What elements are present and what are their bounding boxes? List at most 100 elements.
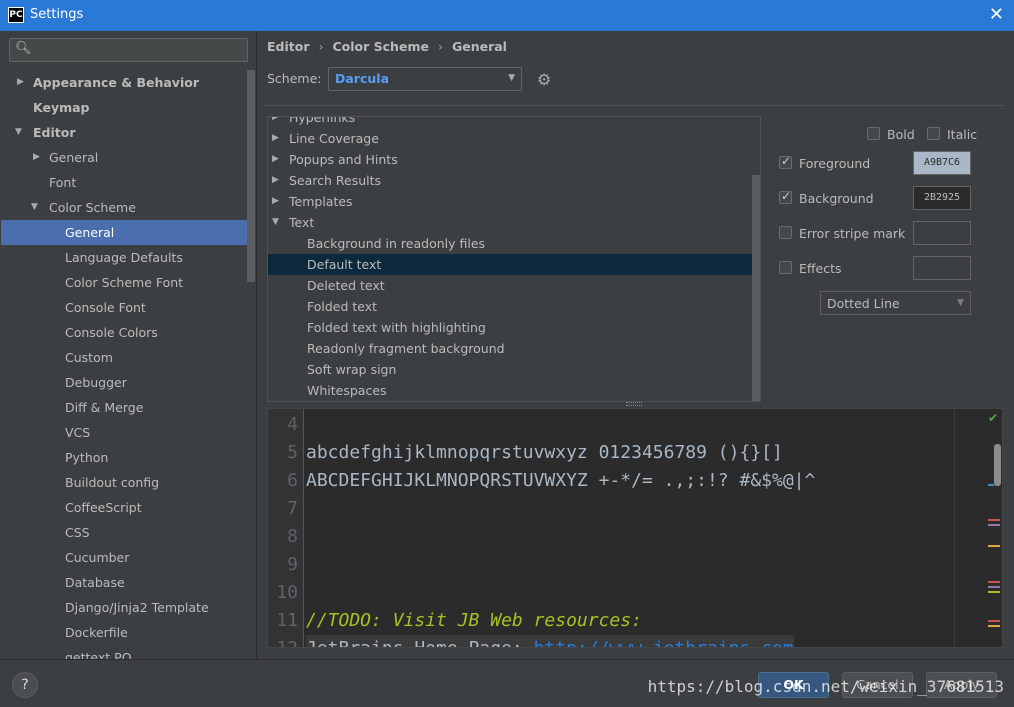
- stripe-mark[interactable]: [988, 545, 1000, 547]
- tree-item-label: gettext PO: [65, 650, 132, 659]
- tree-item-database[interactable]: Database: [1, 570, 247, 595]
- tree-item-label: Color Scheme Font: [65, 275, 184, 290]
- foreground-color-swatch[interactable]: A9B7C6: [913, 151, 971, 175]
- attr-item-search-results[interactable]: ▶ Search Results: [268, 170, 760, 191]
- tree-item-gettext-po[interactable]: gettext PO: [1, 645, 247, 659]
- chevron-right-icon[interactable]: ▶: [272, 128, 279, 149]
- scheme-dropdown[interactable]: Darcula ▼: [328, 67, 522, 91]
- search-icon[interactable]: 🔍︎: [15, 41, 32, 56]
- chevron-down-icon[interactable]: ▼: [15, 120, 22, 145]
- tree-item-label: Language Defaults: [65, 250, 183, 265]
- chevron-right-icon[interactable]: ▶: [33, 145, 40, 170]
- stripe-mark[interactable]: [988, 591, 1000, 593]
- chevron-right-icon[interactable]: ▶: [272, 170, 279, 191]
- tree-item-label: Appearance & Behavior: [33, 75, 199, 90]
- tree-item-font[interactable]: Font: [1, 170, 247, 195]
- tree-item-color-scheme[interactable]: ▼ Color Scheme: [1, 195, 247, 220]
- attr-item-text[interactable]: ▼ Text: [268, 212, 760, 233]
- jetbrains-link[interactable]: http://www.jetbrains.com: [534, 638, 794, 647]
- tree-item-color-scheme-font[interactable]: Color Scheme Font: [1, 270, 247, 295]
- attributes-scrollbar[interactable]: [752, 117, 760, 401]
- tree-item-coffeescript[interactable]: CoffeeScript: [1, 495, 247, 520]
- tree-item-debugger[interactable]: Debugger: [1, 370, 247, 395]
- tree-item-dockerfile[interactable]: Dockerfile: [1, 620, 247, 645]
- tree-item-buildout-config[interactable]: Buildout config: [1, 470, 247, 495]
- attr-item-folded-text[interactable]: Folded text: [268, 296, 760, 317]
- chevron-right-icon[interactable]: ▶: [272, 117, 279, 128]
- chevron-right-icon[interactable]: ▶: [17, 70, 24, 95]
- attr-item-templates[interactable]: ▶ Templates: [268, 191, 760, 212]
- tree-item-editor[interactable]: ▼ Editor: [1, 120, 247, 145]
- tree-item-vcs[interactable]: VCS: [1, 420, 247, 445]
- foreground-checkbox[interactable]: [779, 154, 792, 169]
- foreground-label: Foreground: [799, 156, 871, 171]
- attr-item-whitespaces[interactable]: Whitespaces: [268, 380, 760, 401]
- bold-checkbox[interactable]: [867, 127, 880, 140]
- tree-item-console-font[interactable]: Console Font: [1, 295, 247, 320]
- attr-item-popups-and-hints[interactable]: ▶ Popups and Hints: [268, 149, 760, 170]
- attr-item-label: Popups and Hints: [289, 152, 398, 167]
- inspection-ok-icon[interactable]: ✔: [988, 411, 998, 425]
- chevron-right-icon[interactable]: ▶: [272, 191, 279, 212]
- splitter-handle[interactable]: [626, 402, 642, 406]
- effects-checkbox[interactable]: [779, 261, 792, 274]
- tree-item-cucumber[interactable]: Cucumber: [1, 545, 247, 570]
- attr-item-folded-text-highlighting[interactable]: Folded text with highlighting: [268, 317, 760, 338]
- tree-item-console-colors[interactable]: Console Colors: [1, 320, 247, 345]
- breadcrumb-editor: Editor: [267, 39, 310, 54]
- attributes-scrollbar-thumb[interactable]: [752, 175, 760, 401]
- stripe-mark[interactable]: [988, 519, 1000, 521]
- chevron-right-icon[interactable]: ▶: [272, 149, 279, 170]
- tree-item-label: Database: [65, 575, 125, 590]
- help-button[interactable]: ?: [12, 672, 38, 698]
- tree-item-python[interactable]: Python: [1, 445, 247, 470]
- tree-item-css[interactable]: CSS: [1, 520, 247, 545]
- attr-item-deleted-text[interactable]: Deleted text: [268, 275, 760, 296]
- attr-item-hyperlinks[interactable]: ▶ Hyperlinks: [268, 117, 760, 128]
- chevron-down-icon[interactable]: ▼: [31, 195, 38, 220]
- code-preview[interactable]: 4 5 6 7 8 9 10 11 12 abcdefghijklmnopqrs…: [267, 408, 1003, 648]
- tree-item-custom[interactable]: Custom: [1, 345, 247, 370]
- settings-search-box[interactable]: 🔍︎: [9, 38, 248, 62]
- attr-item-background-readonly[interactable]: Background in readonly files: [268, 233, 760, 254]
- stripe-mark[interactable]: [988, 586, 1000, 588]
- tree-item-language-defaults[interactable]: Language Defaults: [1, 245, 247, 270]
- tree-item-label: Custom: [65, 350, 113, 365]
- tree-item-editor-general[interactable]: ▶ General: [1, 145, 247, 170]
- code-line: ABCDEFGHIJKLMNOPQRSTUVWXYZ +-*/= .,;:!? …: [306, 470, 816, 491]
- breadcrumb-separator: ›: [318, 39, 324, 54]
- preview-scrollbar-thumb[interactable]: [994, 444, 1001, 486]
- stripe-mark[interactable]: [988, 581, 1000, 583]
- attr-item-label: Folded text with highlighting: [307, 320, 486, 335]
- color-attributes-tree: ▶ Hyperlinks ▶ Line Coverage ▶ Popups an…: [267, 116, 761, 402]
- tree-item-diff-merge[interactable]: Diff & Merge: [1, 395, 247, 420]
- attr-item-line-coverage[interactable]: ▶ Line Coverage: [268, 128, 760, 149]
- stripe-mark[interactable]: [988, 524, 1000, 526]
- tree-item-color-scheme-general[interactable]: General: [1, 220, 247, 245]
- error-stripe-color-swatch[interactable]: [913, 221, 971, 245]
- effect-type-dropdown[interactable]: Dotted Line ▼: [820, 291, 971, 315]
- window-title: Settings: [30, 7, 84, 22]
- settings-search-input[interactable]: [34, 41, 242, 59]
- sidebar-scrollbar-thumb[interactable]: [247, 70, 255, 282]
- background-color-swatch[interactable]: 2B2925: [913, 186, 971, 210]
- stripe-mark[interactable]: [988, 484, 994, 486]
- stripe-mark[interactable]: [988, 625, 1000, 627]
- chevron-down-icon[interactable]: ▼: [272, 212, 279, 233]
- italic-checkbox[interactable]: [927, 127, 940, 140]
- tree-item-label: Console Colors: [65, 325, 158, 340]
- gear-icon[interactable]: ⚙: [537, 70, 551, 89]
- effects-color-swatch[interactable]: [913, 256, 971, 280]
- close-icon[interactable]: ✕: [989, 4, 1004, 25]
- attr-item-readonly-fragment-bg[interactable]: Readonly fragment background: [268, 338, 760, 359]
- sidebar-scrollbar[interactable]: [247, 70, 255, 659]
- error-stripe-checkbox[interactable]: [779, 226, 792, 239]
- background-checkbox[interactable]: [779, 189, 792, 204]
- stripe-mark[interactable]: [988, 620, 1000, 622]
- tree-item-appearance-behavior[interactable]: ▶ Appearance & Behavior: [1, 70, 247, 95]
- tree-item-label: Cucumber: [65, 550, 130, 565]
- tree-item-keymap[interactable]: Keymap: [1, 95, 247, 120]
- attr-item-soft-wrap-sign[interactable]: Soft wrap sign: [268, 359, 760, 380]
- tree-item-django-jinja2-template[interactable]: Django/Jinja2 Template: [1, 595, 247, 620]
- attr-item-default-text[interactable]: Default text: [268, 254, 760, 275]
